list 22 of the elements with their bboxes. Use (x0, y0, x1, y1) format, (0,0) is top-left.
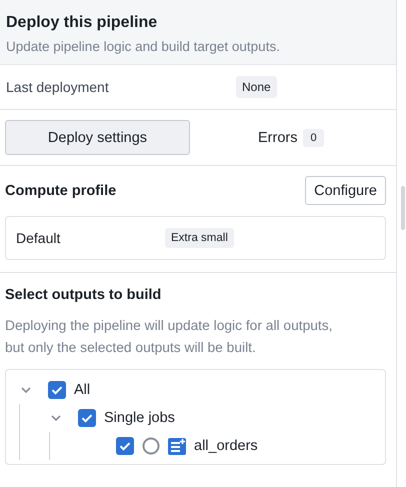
section-title: Select outputs to build (5, 287, 162, 303)
tree-item-label[interactable]: All (74, 382, 90, 398)
tree-item-label[interactable]: Single jobs (104, 410, 175, 426)
scrollbar-thumb[interactable] (401, 186, 405, 230)
dataset-icon (168, 437, 186, 455)
errors-label: Errors (258, 130, 298, 146)
configure-button[interactable]: Configure (305, 176, 386, 205)
checkbox[interactable] (48, 381, 66, 399)
radio-button[interactable] (142, 437, 160, 455)
deploy-settings-button[interactable]: Deploy settings (5, 120, 190, 155)
panel-subtitle: Update pipeline logic and build target outputs. (6, 39, 281, 54)
checkbox[interactable] (78, 409, 96, 427)
panel-title: Deploy this pipeline (6, 13, 158, 33)
size-tag: Extra small (165, 228, 234, 248)
checkbox[interactable] (116, 437, 134, 455)
section-description: Deploying the pipeline will update logic for all outputs, but only the selected outputs will be built. (5, 317, 334, 357)
profile-name: Default (16, 230, 62, 246)
errors-count: 0 (303, 128, 324, 146)
status-tag: None (236, 76, 277, 98)
tree-item-label[interactable]: all_orders (194, 438, 258, 454)
section-title: Compute profile (5, 182, 116, 198)
field-label: Last deployment (6, 79, 110, 95)
